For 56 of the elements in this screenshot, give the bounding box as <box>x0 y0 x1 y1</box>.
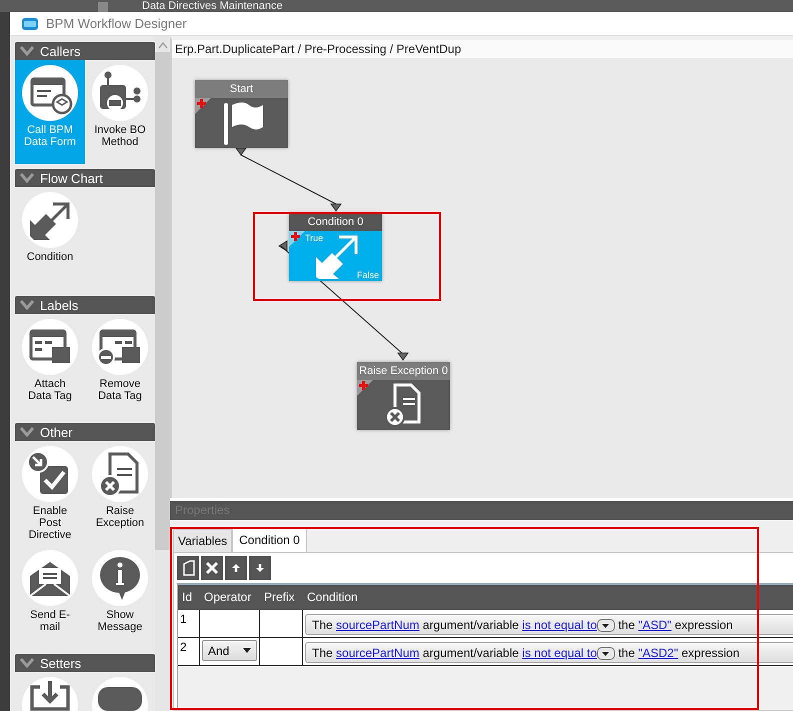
column-header: Prefix <box>263 589 296 606</box>
scrollbar-thumb[interactable] <box>155 52 170 550</box>
caret-icon <box>602 624 610 628</box>
condition-expression[interactable]: The sourcePartNum argument/variable is not equal to the "ASD2" expression <box>305 642 793 663</box>
link[interactable]: "ASD2" <box>638 646 678 660</box>
column-header: Condition <box>306 589 359 606</box>
palette-tool[interactable]: Condition <box>15 187 85 291</box>
palette-tool[interactable]: Show Message <box>85 545 155 649</box>
chevron-down-icon <box>20 300 34 310</box>
section-header[interactable]: Setters <box>15 654 155 672</box>
section-header[interactable]: Labels <box>15 296 155 314</box>
caret-icon <box>243 648 251 653</box>
link[interactable]: is not equal to <box>522 618 597 632</box>
tab[interactable]: Condition 0 <box>232 527 307 552</box>
chevron-down-icon <box>20 427 34 437</box>
corner-plus-icon <box>357 380 373 396</box>
caret-icon <box>602 652 610 656</box>
link[interactable]: "ASD" <box>638 618 672 632</box>
chevron-down-icon <box>20 173 34 183</box>
dropdown-button[interactable] <box>596 619 615 632</box>
table-cell: 2 <box>178 638 200 665</box>
node-title: Condition 0 <box>289 213 382 231</box>
section-header[interactable]: Other <box>15 423 155 441</box>
tab[interactable]: Variables <box>173 529 232 552</box>
palette-tool[interactable]: Invoke BO Method <box>85 60 155 164</box>
link[interactable]: is not equal to <box>522 646 597 660</box>
condition-expression[interactable]: The sourcePartNum argument/variable is not equal to the "ASD" expression <box>305 614 793 635</box>
dropdown-button[interactable] <box>596 647 615 660</box>
breadcrumb: Erp.Part.DuplicatePart / Pre-Processing / PreVentDup <box>172 40 793 58</box>
close-icon[interactable] <box>204 560 220 576</box>
palette-tool[interactable]: Attach Data Tag <box>15 314 85 418</box>
section-header[interactable]: Flow Chart <box>15 169 155 187</box>
palette-tool[interactable]: Send E-mail <box>15 545 85 649</box>
section-header[interactable]: Callers <box>15 42 155 60</box>
corner-plus-icon <box>195 98 211 114</box>
node-title: Start <box>195 80 288 98</box>
node-title: Raise Exception 0 <box>357 362 450 380</box>
palette-tool[interactable]: Remove Data Tag <box>85 314 155 418</box>
false-port-label: False <box>356 270 379 280</box>
app-icon <box>98 0 108 12</box>
window-icon <box>22 16 38 30</box>
scroll-up-icon <box>158 42 168 49</box>
link[interactable]: sourcePartNum <box>336 618 420 632</box>
link[interactable]: sourcePartNum <box>336 646 420 660</box>
window-title: BPM Workflow Designer <box>46 16 187 31</box>
true-port-label: True <box>305 233 324 243</box>
chevron-down-icon <box>20 46 34 56</box>
column-header: Id <box>181 589 194 606</box>
corner-plus-icon <box>289 231 305 247</box>
palette-tool[interactable]: Raise Exception <box>85 441 155 545</box>
table-cell: 1 <box>178 610 200 637</box>
palette-tool[interactable]: Enable Post Directive <box>15 441 85 545</box>
operator-dropdown[interactable]: And <box>202 640 257 661</box>
background-window-title: Data Directives Maintenance <box>142 0 283 12</box>
chevron-down-icon <box>20 658 34 668</box>
column-header: Operator <box>203 589 252 606</box>
